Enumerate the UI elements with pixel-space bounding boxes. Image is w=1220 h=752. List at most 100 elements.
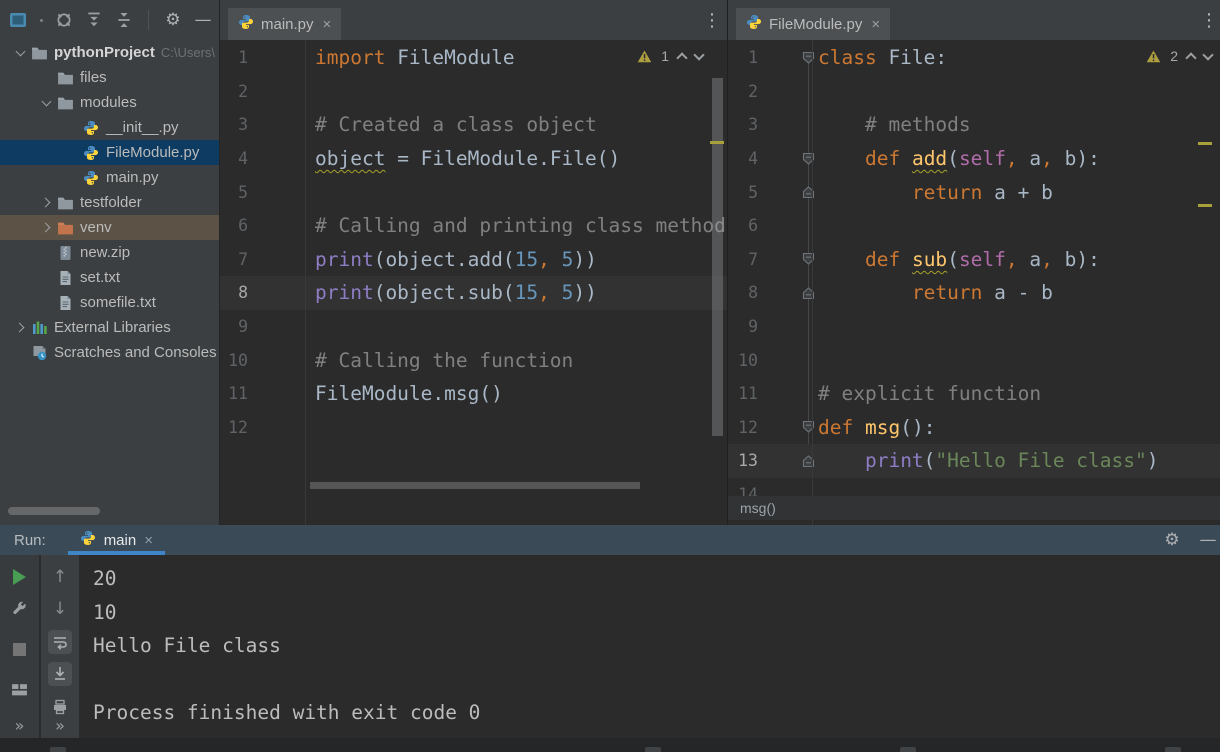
tree-item-somefile-txt[interactable]: somefile.txt (0, 290, 219, 315)
tab-main-py[interactable]: main.py × (228, 8, 341, 40)
fold-down-icon[interactable] (802, 252, 815, 271)
tab-options-kebab-icon[interactable]: ⋮ (703, 10, 721, 31)
tree-item-filemodule-py[interactable]: FileModule.py (0, 140, 219, 165)
close-icon[interactable]: × (871, 16, 880, 33)
tree-item-modules[interactable]: modules (0, 90, 219, 115)
inspection-widget-right[interactable]: 2 (1146, 48, 1212, 64)
line-number[interactable]: 4 (220, 149, 305, 168)
warning-stripe-mark[interactable] (1198, 204, 1212, 207)
edit-configuration-wrench-icon[interactable] (8, 597, 32, 621)
expand-all-icon[interactable] (84, 10, 104, 30)
project-horizontal-scrollbar[interactable] (8, 507, 100, 515)
horizontal-scrollbar[interactable] (310, 482, 640, 489)
close-icon[interactable]: × (323, 16, 332, 33)
code-line[interactable]: 3# Created a class object (220, 108, 727, 142)
tab-options-kebab-icon[interactable]: ⋮ (1200, 10, 1218, 31)
code-line[interactable]: 4object = FileModule.File() (220, 142, 727, 176)
settings-gear-icon[interactable]: ⚙ (163, 10, 183, 30)
tree-item-new-zip[interactable]: new.zip (0, 240, 219, 265)
locate-file-icon[interactable] (54, 10, 74, 30)
line-number[interactable]: 1 (220, 48, 305, 67)
code-line[interactable]: 5 return a + b (728, 175, 1220, 209)
more-options-icon[interactable]: » (8, 713, 32, 737)
scroll-to-end-icon[interactable] (48, 662, 72, 686)
breadcrumb-item[interactable]: msg() (740, 500, 776, 516)
fold-down-icon[interactable] (802, 152, 815, 171)
line-number[interactable]: 8 (220, 283, 305, 302)
code-line[interactable]: 3 # methods (728, 108, 1220, 142)
code-line[interactable]: 5 (220, 175, 727, 209)
close-icon[interactable]: × (144, 532, 153, 549)
tree-item-scratches-and-consoles[interactable]: Scratches and Consoles (0, 340, 219, 365)
code-line[interactable]: 8 return a - b (728, 276, 1220, 310)
code-line[interactable]: 2 (728, 75, 1220, 109)
stop-button[interactable] (8, 637, 32, 661)
down-stack-trace-icon[interactable]: ↓ (48, 597, 72, 621)
line-number[interactable]: 11 (220, 384, 305, 403)
tree-chevron-icon[interactable] (36, 199, 56, 206)
line-number[interactable]: 2 (220, 82, 305, 101)
restore-layout-icon[interactable] (8, 677, 32, 701)
line-number[interactable]: 10 (728, 351, 812, 370)
line-number[interactable]: 7 (728, 250, 812, 269)
soft-wrap-icon[interactable] (48, 630, 72, 654)
line-number[interactable]: 3 (728, 115, 812, 134)
fold-down-icon[interactable] (802, 51, 815, 70)
line-number[interactable]: 4 (728, 149, 812, 168)
code-line[interactable]: 6 (728, 209, 1220, 243)
inspection-widget-left[interactable]: 1 (637, 48, 703, 64)
line-number[interactable]: 13 (728, 451, 812, 470)
project-tool-window-icon[interactable] (8, 10, 28, 30)
code-line[interactable]: 9 (220, 310, 727, 344)
breadcrumb[interactable]: msg() (728, 496, 1220, 520)
code-line[interactable]: 8print(object.sub(15, 5)) (220, 276, 727, 310)
code-line[interactable]: 11FileModule.msg() (220, 377, 727, 411)
settings-gear-icon[interactable]: ⚙ (1162, 530, 1182, 550)
code-line[interactable]: 6# Calling and printing class methods (220, 209, 727, 243)
code-line[interactable]: 10# Calling the function (220, 343, 727, 377)
more-options-icon[interactable]: » (48, 713, 72, 737)
line-number[interactable]: 5 (728, 183, 812, 202)
up-stack-trace-icon[interactable]: ↑ (48, 565, 72, 589)
tree-chevron-icon[interactable] (36, 101, 56, 105)
warning-stripe-mark[interactable] (710, 141, 724, 144)
code-line[interactable]: 4 def add(self, a, b): (728, 142, 1220, 176)
line-number[interactable]: 14 (728, 485, 812, 496)
code-line[interactable]: 13 print("Hello File class") (728, 444, 1220, 478)
line-number[interactable]: 9 (728, 317, 812, 336)
next-warning-icon[interactable] (1202, 49, 1213, 60)
code-line[interactable]: 7print(object.add(15, 5)) (220, 243, 727, 277)
code-line[interactable]: 14 (728, 478, 1220, 496)
tree-item-files[interactable]: files (0, 65, 219, 90)
line-number[interactable]: 12 (220, 418, 305, 437)
tree-item-pythonproject[interactable]: pythonProjectC:\Users\ (0, 40, 219, 65)
code-line[interactable]: 10 (728, 343, 1220, 377)
line-number[interactable]: 3 (220, 115, 305, 134)
tree-item-venv[interactable]: venv (0, 215, 219, 240)
tree-item-testfolder[interactable]: testfolder (0, 190, 219, 215)
next-warning-icon[interactable] (693, 49, 704, 60)
code-line[interactable]: 2 (220, 75, 727, 109)
fold-up-icon[interactable] (802, 454, 815, 473)
line-number[interactable]: 9 (220, 317, 305, 336)
hide-panel-icon[interactable]: — (1198, 530, 1218, 550)
warning-stripe-mark[interactable] (1198, 142, 1212, 145)
code-line[interactable]: 11# explicit function (728, 377, 1220, 411)
code-line[interactable]: 7 def sub(self, a, b): (728, 243, 1220, 277)
line-number[interactable]: 5 (220, 183, 305, 202)
code-line[interactable]: 12 (220, 411, 727, 445)
tree-chevron-icon[interactable] (10, 51, 30, 55)
code-line[interactable]: 12def msg(): (728, 411, 1220, 445)
fold-down-icon[interactable] (802, 420, 815, 439)
line-number[interactable]: 11 (728, 384, 812, 403)
collapse-all-icon[interactable] (114, 10, 134, 30)
console-output[interactable]: 2010Hello File class Process finished wi… (80, 555, 1220, 738)
code-area-main[interactable]: 1import FileModule2 3# Created a class o… (220, 40, 727, 490)
rerun-button[interactable] (8, 565, 32, 589)
fold-up-icon[interactable] (802, 185, 815, 204)
line-number[interactable]: 10 (220, 351, 305, 370)
vertical-scrollbar[interactable] (712, 78, 723, 436)
tree-chevron-icon[interactable] (36, 224, 56, 231)
prev-warning-icon[interactable] (1185, 52, 1196, 63)
tree-item-external-libraries[interactable]: External Libraries (0, 315, 219, 340)
